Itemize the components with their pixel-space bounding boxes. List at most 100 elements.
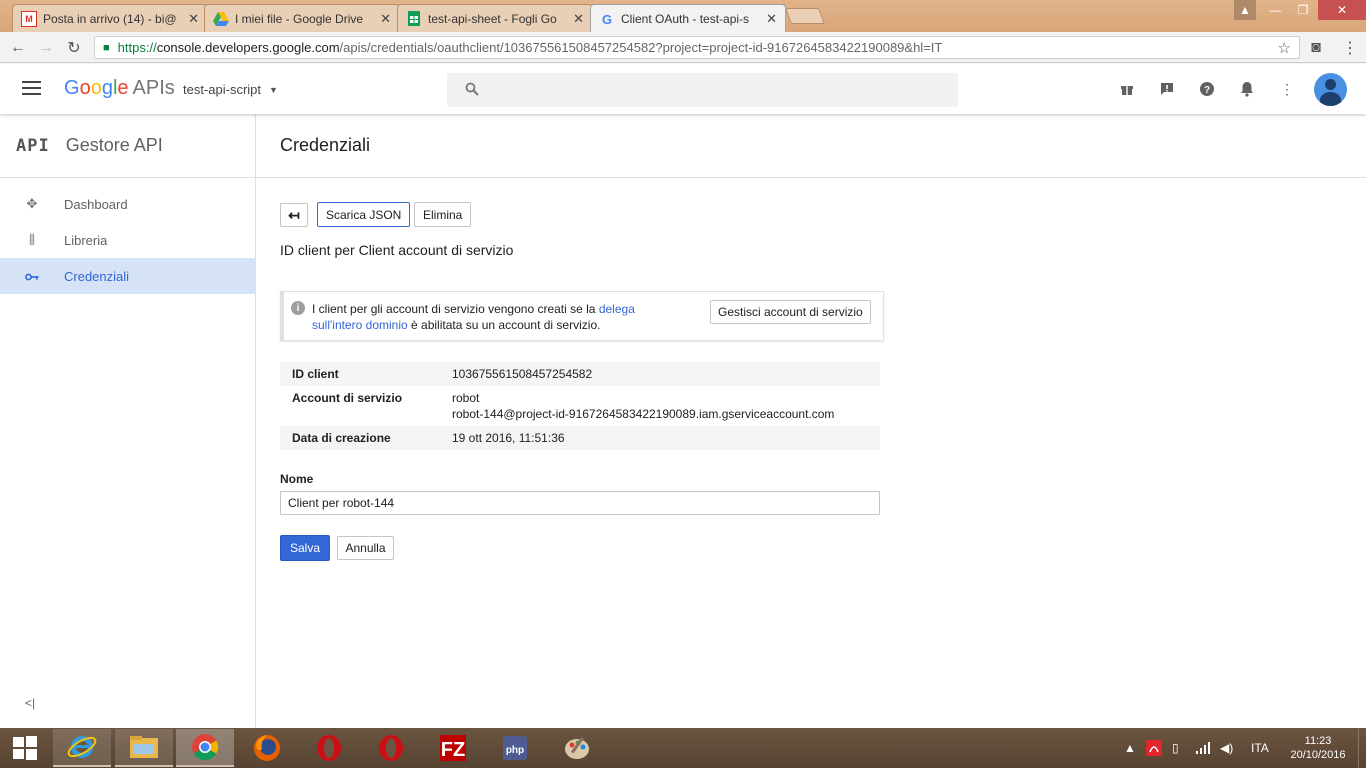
download-json-button[interactable]: Scarica JSON xyxy=(317,202,411,227)
bookmark-star-icon[interactable]: ☆ xyxy=(1278,39,1291,57)
gift-icon[interactable] xyxy=(1117,79,1137,99)
menu-icon[interactable] xyxy=(22,81,41,95)
close-window-button[interactable]: ✕ xyxy=(1318,0,1366,20)
page-title: Credenziali xyxy=(256,114,1366,178)
clock[interactable]: 11:23 20/10/2016 xyxy=(1280,734,1356,762)
internet-explorer-icon[interactable] xyxy=(53,729,111,767)
close-tab-icon[interactable]: ✕ xyxy=(188,11,199,27)
drive-icon xyxy=(213,11,229,27)
sidebar-item-credentials[interactable]: Credenziali xyxy=(0,258,255,294)
client-id-label: ID client xyxy=(292,367,339,381)
search-icon xyxy=(465,82,479,100)
table-row: Data di creazione 19 ott 2016, 11:51:36 xyxy=(280,426,880,450)
more-vert-icon[interactable]: ⋮ xyxy=(1277,79,1297,99)
tab-title: I miei file - Google Drive xyxy=(235,11,364,26)
project-selector[interactable]: test-api-script ▼ xyxy=(183,82,278,97)
paint-icon[interactable] xyxy=(548,729,606,767)
new-tab-button[interactable] xyxy=(785,8,825,24)
start-button[interactable] xyxy=(0,729,50,767)
minimize-button[interactable]: — xyxy=(1262,0,1288,20)
sidebar: API Gestore API ✥ Dashboard ⫼ Libreria C… xyxy=(0,114,256,728)
network-icon[interactable] xyxy=(1196,728,1210,768)
gmail-icon: M xyxy=(21,10,37,27)
php-icon[interactable]: php xyxy=(486,729,544,767)
close-tab-icon[interactable]: ✕ xyxy=(573,11,584,27)
back-arrow-button[interactable]: ↤ xyxy=(280,203,308,227)
service-account-email: robot-144@project-id-9167264583422190089… xyxy=(452,407,835,421)
search-input[interactable] xyxy=(447,73,958,107)
battery-icon[interactable]: ▯ xyxy=(1172,728,1179,768)
tab-title: Posta in arrivo (14) - bi@ xyxy=(43,11,177,26)
logo-apis: APIs xyxy=(132,77,175,99)
input-language[interactable]: ITA xyxy=(1251,728,1269,768)
tab-oauth-client[interactable]: G Client OAuth - test-api-s ✕ xyxy=(590,4,786,33)
manage-service-accounts-button[interactable]: Gestisci account di servizio xyxy=(710,300,871,324)
google-apis-logo[interactable]: Google APIs xyxy=(64,77,175,100)
info-icon: i xyxy=(291,301,305,315)
name-input[interactable] xyxy=(280,491,880,515)
feedback-icon[interactable] xyxy=(1157,79,1177,99)
filezilla-icon[interactable]: FZ xyxy=(424,729,482,767)
user-profile-icon[interactable]: ▲ xyxy=(1234,0,1256,20)
browser-toolbar: ← → ↻ ■ https:// console.developers.goog… xyxy=(0,32,1366,63)
sheets-icon xyxy=(406,11,422,27)
api-icon: API xyxy=(16,135,50,156)
info-text: I client per gli account di servizio ven… xyxy=(312,301,682,333)
acrobat-tray-icon[interactable] xyxy=(1146,728,1162,768)
delete-button[interactable]: Elimina xyxy=(414,202,472,227)
show-desktop-button[interactable] xyxy=(1358,728,1366,768)
chrome-icon[interactable] xyxy=(176,729,234,767)
close-tab-icon[interactable]: ✕ xyxy=(380,11,391,27)
sidebar-item-label: Dashboard xyxy=(64,196,128,212)
reload-button[interactable]: ↻ xyxy=(64,38,84,58)
sidebar-title: Gestore API xyxy=(65,135,163,155)
avatar[interactable] xyxy=(1314,73,1347,106)
camera-icon[interactable]: ◙ xyxy=(1306,38,1326,58)
client-details-table: ID client 103675561508457254582 Account … xyxy=(280,362,880,450)
svg-text:php: php xyxy=(506,745,524,756)
back-button[interactable]: ← xyxy=(8,38,28,58)
tab-sheets[interactable]: test-api-sheet - Fogli Go ✕ xyxy=(397,4,593,32)
creation-date-value: 19 ott 2016, 11:51:36 xyxy=(452,431,565,445)
info-text-after: è abilitata su un account di servizio. xyxy=(407,318,601,332)
tab-title: Client OAuth - test-api-s xyxy=(621,12,750,26)
firefox-icon[interactable] xyxy=(238,729,296,767)
show-hidden-icons[interactable]: ▲ xyxy=(1124,728,1136,768)
sidebar-item-dashboard[interactable]: ✥ Dashboard xyxy=(0,186,255,222)
library-icon: ⫼ xyxy=(29,232,35,247)
dashboard-icon: ✥ xyxy=(26,196,38,211)
volume-icon[interactable]: ◀) xyxy=(1220,728,1233,768)
caret-down-icon: ▼ xyxy=(269,84,278,95)
opera-icon[interactable] xyxy=(300,729,358,767)
name-label: Nome xyxy=(280,472,314,486)
lock-icon: ■ xyxy=(103,41,110,54)
maximize-button[interactable]: ❐ xyxy=(1290,0,1316,20)
opera-icon[interactable] xyxy=(362,729,420,767)
help-icon[interactable]: ? xyxy=(1197,79,1217,99)
svg-text:FZ: FZ xyxy=(441,739,465,761)
clock-time: 11:23 xyxy=(1304,735,1332,747)
tab-drive[interactable]: I miei file - Google Drive ✕ xyxy=(204,4,400,32)
notifications-icon[interactable] xyxy=(1237,79,1257,99)
table-row: ID client 103675561508457254582 xyxy=(280,362,880,386)
client-id-value: 103675561508457254582 xyxy=(452,367,593,381)
chrome-menu-icon[interactable]: ⋮ xyxy=(1340,38,1360,58)
cancel-button[interactable]: Annulla xyxy=(337,536,394,560)
url-path: /apis/credentials/oauthclient/1036755615… xyxy=(339,40,943,55)
tab-gmail[interactable]: M Posta in arrivo (14) - bi@ ✕ xyxy=(12,4,208,32)
sidebar-item-library[interactable]: ⫼ Libreria xyxy=(0,222,255,258)
file-explorer-icon[interactable] xyxy=(115,729,173,767)
address-bar[interactable]: ■ https:// console.developers.google.com… xyxy=(94,36,1300,59)
back-arrow-icon: ↤ xyxy=(288,206,300,223)
main-content: Credenziali ↤ Scarica JSON Elimina ID cl… xyxy=(256,114,1366,728)
service-account-value: robot robot-144@project-id-9167264583422… xyxy=(452,390,834,422)
url-scheme: https:// xyxy=(117,40,157,55)
sidebar-header: API Gestore API xyxy=(0,114,255,178)
taskbar: FZ php ▲ ▯ ◀) ITA 11:23 20/10/2016 xyxy=(0,728,1366,768)
close-tab-icon[interactable]: ✕ xyxy=(766,11,777,27)
creation-date-label: Data di creazione xyxy=(292,431,391,445)
save-button[interactable]: Salva xyxy=(280,535,330,561)
forward-button[interactable]: → xyxy=(36,38,56,58)
collapse-sidebar-icon[interactable]: <| xyxy=(25,696,35,710)
table-row: Account di servizio robot robot-144@proj… xyxy=(280,386,880,426)
